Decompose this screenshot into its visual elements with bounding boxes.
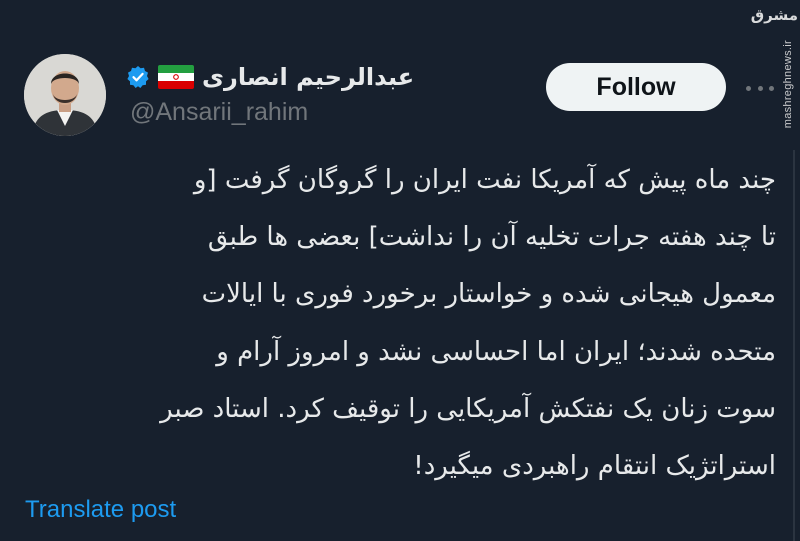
tweet-line: تا چند هفته جرات تخلیه آن را نداشت] بعضی… [207,222,776,253]
watermark: مشرق mashreghnews.ir [750,6,798,128]
avatar[interactable] [24,54,106,136]
display-name[interactable]: عبدالرحیم انصاری [202,63,414,91]
tweet-line: چند ماه پیش که آمریکا نفت ایران را گروگا… [193,165,776,195]
more-dot [757,85,763,91]
scrollbar-track [793,150,795,541]
user-handle[interactable]: @Ansarii_rahim [130,98,308,127]
watermark-logo: مشرق [750,6,798,24]
author-name-row: عبدالرحیم انصاری [126,60,414,94]
tweet-line: متحده شدند؛ ایران اما احساسی نشد و امروز… [216,336,776,367]
watermark-url: mashreghnews.ir [782,40,794,129]
follow-button[interactable]: Follow [546,63,726,111]
tweet-line: استراتژیک انتقام راهبردی میگیرد! [413,450,776,481]
more-dot [746,85,751,91]
tweet-text: چند ماه پیش که آمریکا نفت ایران را گروگا… [22,152,776,495]
profile-photo [24,54,106,136]
translate-post-link[interactable]: Translate post [25,496,176,524]
iran-flag-icon [158,65,194,89]
verified-badge-icon [127,66,149,88]
tweet-line: سوت زنان یک نفتکش آمریکایی را توقیف کرد.… [160,393,776,424]
tweet-line: معمول هیجانی شده و خواستار برخورد فوری ب… [201,279,776,310]
